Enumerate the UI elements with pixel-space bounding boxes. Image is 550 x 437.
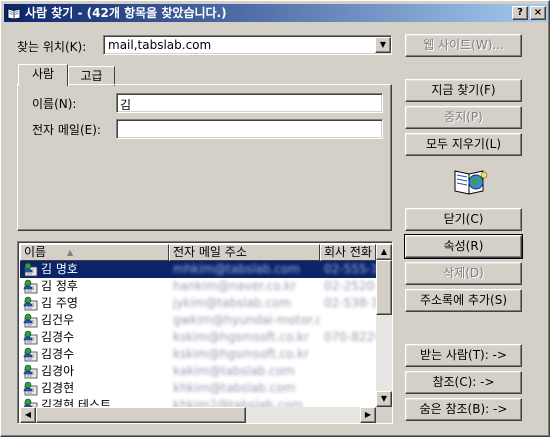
column-header-email[interactable]: 전자 메일 주소: [169, 244, 320, 261]
title-bar: 사람 찾기 - (42개 항목을 찾았습니다.) ? ×: [4, 4, 548, 22]
column-header-name[interactable]: 이름 ▲: [20, 244, 169, 261]
row-email: kakim@tabslab.com: [173, 364, 295, 378]
scroll-left-arrow-icon[interactable]: ◀: [20, 407, 36, 423]
row-phone: 02-555-1234: [324, 262, 376, 276]
close-window-button[interactable]: ×: [530, 6, 546, 20]
row-name: 김경수: [41, 347, 75, 361]
table-row[interactable]: 김경아 kakim@tabslab.com: [20, 363, 376, 380]
dropdown-arrow-icon[interactable]: ▼: [375, 37, 391, 53]
tab-people[interactable]: 사람: [18, 64, 68, 86]
scroll-up-arrow-icon[interactable]: ▲: [376, 244, 392, 260]
row-phone: 02-538-1234: [324, 296, 376, 310]
column-header-name-label: 이름: [24, 245, 47, 259]
column-header-phone[interactable]: 회사 전화: [320, 244, 376, 261]
add-cc-button[interactable]: 참조(C): ->: [405, 371, 522, 394]
row-email: jykim@tabslab.com: [173, 296, 292, 310]
stop-button[interactable]: 중지(P): [405, 106, 522, 129]
row-email: mhkim@tabslab.com: [173, 262, 300, 276]
scrollbar-corner: [376, 407, 392, 423]
email-field[interactable]: [116, 119, 383, 139]
table-row[interactable]: 김경수 kskim@hgsmsoft.co.kr: [20, 346, 376, 363]
row-email: kskim@hgsmsoft.co.kr: [173, 347, 309, 361]
vertical-scrollbar[interactable]: ▲ ▼: [376, 244, 392, 407]
horizontal-scroll-thumb[interactable]: [36, 407, 246, 423]
row-name: 김경수: [41, 330, 75, 344]
book-icon: [7, 8, 21, 20]
tab-advanced[interactable]: 고급: [68, 66, 115, 86]
row-name: 김 정후: [41, 279, 78, 293]
row-name: 김건우: [41, 313, 75, 327]
row-email: kskim@hgsmsoft.co.kr: [173, 330, 309, 344]
row-email: hankim@naver.co.kr: [173, 279, 297, 293]
help-button[interactable]: ?: [512, 6, 528, 20]
table-row[interactable]: 김 주영 jykim@tabslab.com 02-538-1234: [20, 295, 376, 312]
properties-button[interactable]: 속성(R): [404, 234, 523, 259]
delete-button[interactable]: 삭제(D): [405, 262, 522, 285]
scroll-down-arrow-icon[interactable]: ▼: [376, 391, 392, 407]
email-label: 전자 메일(E):: [32, 123, 101, 137]
table-row[interactable]: 김경현 khkim@tabslab.com: [20, 380, 376, 397]
search-in-label: 찾는 위치(K):: [17, 40, 87, 54]
row-name: 김 주영: [41, 296, 78, 310]
row-phone: 070-8220-1234: [324, 330, 376, 344]
table-row[interactable]: 김 정후 hankim@naver.co.kr 02-2520-1234: [20, 278, 376, 295]
website-button[interactable]: 웹 사이트(W)...: [405, 34, 522, 57]
row-email: gwkim@hyundai-motor.com: [173, 313, 320, 327]
row-phone: 02-2520-1234: [324, 279, 376, 293]
close-button[interactable]: 닫기(C): [405, 208, 522, 231]
row-name: 김경아: [41, 364, 75, 378]
vertical-scroll-thumb[interactable]: [376, 260, 392, 315]
name-label: 이름(N):: [32, 97, 77, 111]
sort-ascending-icon: ▲: [67, 248, 74, 257]
table-row[interactable]: 김건우 gwkim@hyundai-motor.com: [20, 312, 376, 329]
table-row[interactable]: 김경수 kskim@hgsmsoft.co.kr 070-8220-1234: [20, 329, 376, 346]
horizontal-scrollbar[interactable]: ◀ ▶: [20, 407, 376, 423]
add-to-address-book-button[interactable]: 주소록에 추가(S): [405, 289, 522, 312]
add-to-button[interactable]: 받는 사람(T): ->: [405, 344, 522, 367]
results-list[interactable]: 이름 ▲ 전자 메일 주소 회사 전화 김 명호 mhkim@tabslab.co…: [17, 241, 393, 424]
name-field[interactable]: 김: [116, 93, 383, 113]
search-in-dropdown[interactable]: mail,tabslab.com ▼: [103, 35, 392, 55]
row-name: 김 명호: [41, 262, 78, 276]
search-in-value: mail,tabslab.com: [108, 38, 212, 52]
window-title: 사람 찾기 - (42개 항목을 찾았습니다.): [25, 6, 227, 20]
table-row[interactable]: 김 명호 mhkim@tabslab.com 02-555-1234: [20, 261, 376, 278]
find-people-dialog: 사람 찾기 - (42개 항목을 찾았습니다.) ? × 찾는 위치(K): m…: [0, 0, 550, 437]
clear-all-button[interactable]: 모두 지우기(L): [405, 133, 522, 156]
scroll-right-arrow-icon[interactable]: ▶: [360, 407, 376, 423]
add-bcc-button[interactable]: 숨은 참조(B): ->: [405, 398, 522, 421]
name-field-value: 김: [120, 98, 132, 112]
address-book-globe-icon: [454, 170, 488, 195]
search-panel: 이름(N): 김 전자 메일(E):: [17, 84, 392, 231]
row-email: khkim@tabslab.com: [173, 381, 296, 395]
row-name: 김경현: [41, 381, 75, 395]
find-now-button[interactable]: 지금 찾기(F): [405, 79, 522, 102]
